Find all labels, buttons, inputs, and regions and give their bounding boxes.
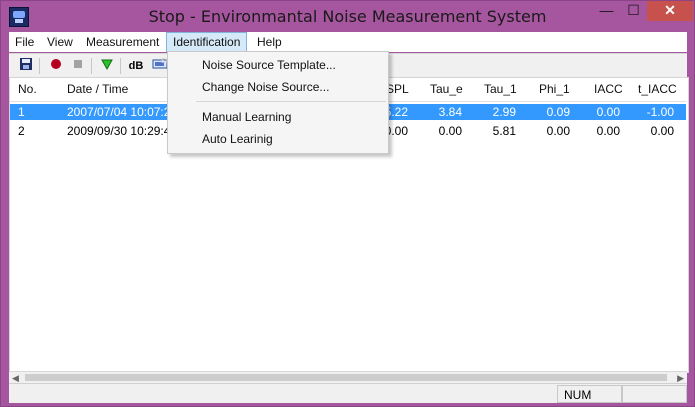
record-icon[interactable]	[47, 57, 65, 75]
db-icon[interactable]: dB	[127, 57, 145, 75]
toolbar-separator	[120, 58, 121, 74]
header-iacc[interactable]: IACC	[594, 82, 623, 96]
trigger-icon[interactable]	[98, 57, 116, 75]
header-spl[interactable]: SPL	[386, 82, 409, 96]
toolbar-separator	[91, 58, 92, 74]
status-bar: NUM	[9, 383, 687, 403]
cell-tau-1: 5.81	[492, 124, 516, 138]
header-tau-1[interactable]: Tau_1	[484, 82, 517, 96]
app-window: Stop - Environmantal Noise Measurement S…	[0, 0, 695, 407]
menu-identification[interactable]: Identification	[166, 32, 248, 52]
status-panel	[621, 385, 687, 403]
cell-no: 2	[18, 124, 25, 138]
stop-icon[interactable]	[69, 57, 87, 75]
close-button[interactable]: ✕	[647, 1, 693, 21]
menu-file[interactable]: File	[9, 32, 40, 52]
menu-change-noise-source[interactable]: Change Noise Source...	[202, 80, 329, 94]
toolbar-separator	[39, 58, 40, 74]
menu-view[interactable]: View	[41, 32, 79, 52]
header-t-iacc[interactable]: t_IACC	[638, 82, 677, 96]
save-icon[interactable]	[17, 57, 35, 75]
cell-t-iacc: -1.00	[646, 105, 674, 119]
menu-noise-source-template[interactable]: Noise Source Template...	[202, 58, 336, 72]
scroll-thumb[interactable]	[25, 374, 667, 381]
menu-help[interactable]: Help	[251, 32, 288, 52]
num-lock-label: NUM	[564, 388, 592, 402]
cell-tau-e: 3.84	[438, 105, 462, 119]
cell-t-iacc: 0.00	[650, 124, 674, 138]
menu-auto-learning[interactable]: Auto Learinig	[202, 132, 273, 146]
header-datetime[interactable]: Date / Time	[67, 82, 128, 96]
title-bar: Stop - Environmantal Noise Measurement S…	[1, 1, 694, 32]
window-title: Stop - Environmantal Noise Measurement S…	[148, 7, 547, 26]
cell-datetime: 2009/09/30 10:29:41	[67, 124, 178, 138]
num-lock-indicator: NUM	[557, 385, 623, 403]
header-tau-e[interactable]: Tau_e	[430, 82, 463, 96]
menu-separator	[196, 101, 386, 102]
header-no[interactable]: No.	[18, 82, 37, 96]
cell-tau-e: 0.00	[438, 124, 462, 138]
identification-dropdown: Noise Source Template... Change Noise So…	[167, 51, 389, 154]
maximize-button[interactable]: ☐	[620, 1, 647, 21]
header-phi-1[interactable]: Phi_1	[539, 82, 570, 96]
cell-iacc: 0.00	[596, 124, 620, 138]
menu-bar: File View Measurement Identification Hel…	[9, 32, 687, 52]
cell-iacc: 0.00	[596, 105, 620, 119]
cell-datetime: 2007/07/04 10:07:22	[67, 105, 178, 119]
cell-phi-1: 0.09	[546, 105, 570, 119]
minimize-button[interactable]: —	[593, 1, 620, 21]
menu-measurement[interactable]: Measurement	[80, 32, 165, 52]
cell-no: 1	[18, 105, 25, 119]
cell-tau-1: 2.99	[492, 105, 516, 119]
cell-phi-1: 0.00	[546, 124, 570, 138]
menu-manual-learning[interactable]: Manual Learning	[202, 110, 291, 124]
